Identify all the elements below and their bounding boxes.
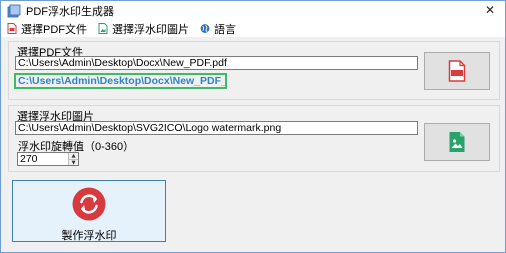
refresh-icon: [72, 187, 106, 221]
document-stack-icon: [7, 4, 21, 17]
menu-select-watermark[interactable]: 選擇浮水印圖片: [98, 21, 189, 37]
app-window: PDF浮水印生成器 ✕ 選擇PDF文件 選擇浮水印圖片 語言 選擇PDF文件 C…: [0, 0, 506, 253]
image-file-icon: [449, 132, 465, 152]
make-watermark-button[interactable]: 製作浮水印: [12, 180, 166, 242]
globe-icon: [200, 24, 210, 33]
window-title: PDF浮水印生成器: [26, 5, 114, 18]
select-watermark-button[interactable]: [424, 123, 490, 161]
stepper-down-icon[interactable]: ▼: [68, 159, 78, 166]
close-button[interactable]: ✕: [483, 3, 497, 17]
menu-select-pdf-label: 選擇PDF文件: [21, 23, 87, 36]
rotation-stepper[interactable]: 270 ▲ ▼: [17, 152, 79, 166]
watermark-path-input[interactable]: C:\Users\Admin\Desktop\SVG2ICO\Logo wate…: [15, 121, 418, 135]
select-pdf-button[interactable]: [424, 52, 490, 90]
rotation-value: 270: [20, 153, 38, 165]
menu-select-watermark-label: 選擇浮水印圖片: [112, 23, 189, 36]
output-path-display: C:\Users\Admin\Desktop\Docx\New_PDF_New.…: [14, 73, 227, 89]
title-bar: PDF浮水印生成器 ✕: [1, 1, 505, 20]
image-file-icon: [98, 23, 108, 34]
pdf-file-icon: [7, 23, 17, 34]
menu-language-label: 語言: [214, 23, 236, 36]
pdf-file-icon: [448, 60, 466, 82]
pdf-path-input[interactable]: C:\Users\Admin\Desktop\Docx\New_PDF.pdf: [15, 56, 418, 70]
menu-bar: 選擇PDF文件 選擇浮水印圖片 語言: [1, 20, 505, 37]
menu-language[interactable]: 語言: [200, 21, 236, 37]
menu-select-pdf[interactable]: 選擇PDF文件: [7, 21, 87, 37]
make-watermark-label: 製作浮水印: [61, 230, 117, 242]
